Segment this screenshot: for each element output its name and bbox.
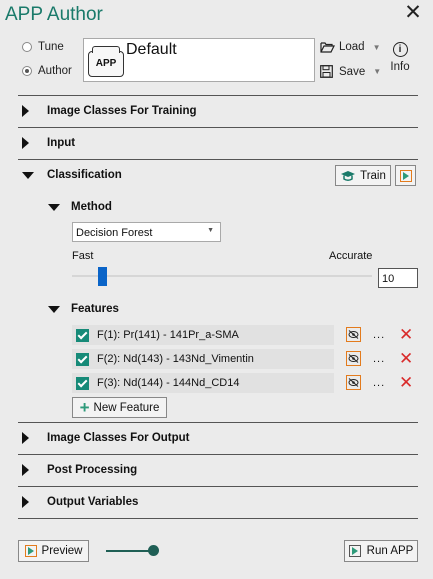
- app-logo-text: APP: [95, 58, 117, 69]
- divider: [18, 422, 418, 423]
- accurate-label: Accurate: [329, 250, 373, 262]
- speed-slider-track[interactable]: [72, 275, 372, 277]
- train-label: Train: [360, 169, 386, 182]
- section-classification[interactable]: Classification: [22, 169, 122, 181]
- feature-label: F(3): Nd(144) - 144Nd_CD14: [97, 377, 240, 389]
- preview-toggle-knob[interactable]: [148, 545, 159, 556]
- run-app-button[interactable]: Run APP: [344, 540, 418, 562]
- collapse-arrow-icon: [22, 171, 34, 179]
- divider: [18, 454, 418, 455]
- feature-row: F(2): Nd(143) - 143Nd_Vimentin: [72, 349, 334, 369]
- section-label: Input: [47, 137, 76, 149]
- preview-label: Preview: [41, 545, 83, 557]
- delete-icon[interactable]: ✕: [399, 326, 413, 343]
- tune-radio[interactable]: Tune: [22, 41, 64, 53]
- section-label: Post Processing: [47, 464, 138, 476]
- train-button[interactable]: Train: [335, 165, 391, 186]
- app-name-box[interactable]: APP Default: [83, 38, 315, 82]
- section-output-variables[interactable]: Output Variables: [22, 496, 138, 508]
- app-logo-icon: APP: [88, 46, 124, 77]
- eye-slash-icon: [348, 354, 359, 363]
- section-input[interactable]: Input: [22, 137, 75, 149]
- save-label: Save: [339, 65, 366, 78]
- floppy-disk-icon: [320, 65, 333, 78]
- section-image-classes-training[interactable]: Image Classes For Training: [22, 105, 197, 117]
- section-post-processing[interactable]: Post Processing: [22, 464, 137, 476]
- info-label: Info: [390, 61, 410, 73]
- feature-label: F(1): Pr(141) - 141Pr_a-SMA: [97, 329, 239, 341]
- plus-icon: +: [79, 397, 90, 417]
- subsection-features[interactable]: Features: [48, 303, 119, 315]
- method-select[interactable]: Decision Forest ▼: [72, 222, 221, 242]
- close-icon[interactable]: ✕: [403, 2, 423, 24]
- collapse-arrow-icon: [48, 203, 60, 211]
- visibility-button[interactable]: [346, 327, 361, 342]
- run-classification-button[interactable]: [395, 165, 416, 186]
- divider: [18, 95, 418, 96]
- method-label: Method: [71, 201, 112, 213]
- expand-arrow-icon: [22, 464, 29, 476]
- eye-slash-icon: [348, 378, 359, 387]
- feature-checkbox[interactable]: [76, 352, 89, 366]
- author-label: Author: [38, 65, 72, 77]
- folder-icon: [320, 42, 335, 53]
- expand-arrow-icon: [22, 137, 29, 149]
- visibility-button[interactable]: [346, 351, 361, 366]
- collapse-arrow-icon: [48, 305, 60, 313]
- graduation-cap-icon: [341, 170, 356, 181]
- preview-toggle-track[interactable]: [106, 550, 152, 552]
- method-value: Decision Forest: [76, 227, 153, 239]
- subsection-method[interactable]: Method: [48, 201, 112, 213]
- expand-arrow-icon: [22, 432, 29, 444]
- speed-value-input[interactable]: 10: [378, 268, 418, 288]
- play-icon: [24, 545, 37, 557]
- tune-label: Tune: [38, 41, 64, 53]
- visibility-button[interactable]: [346, 375, 361, 390]
- load-dropdown-icon[interactable]: ▼: [373, 43, 381, 52]
- radio-circle-tune[interactable]: [22, 42, 32, 52]
- app-name: Default: [126, 41, 177, 58]
- run-app-label: Run APP: [366, 545, 414, 557]
- info-button[interactable]: i Info: [388, 41, 412, 73]
- new-feature-button[interactable]: + New Feature: [72, 397, 167, 418]
- save-dropdown-icon[interactable]: ▼: [373, 67, 381, 76]
- preview-button[interactable]: Preview: [18, 540, 89, 562]
- play-icon: [348, 545, 361, 557]
- divider: [18, 127, 418, 128]
- info-icon: i: [392, 42, 408, 57]
- play-icon: [399, 169, 412, 182]
- section-label: Image Classes For Training: [47, 105, 197, 117]
- delete-icon[interactable]: ✕: [399, 374, 413, 391]
- section-label: Classification: [47, 169, 122, 181]
- radio-circle-author[interactable]: [22, 66, 32, 76]
- divider: [18, 159, 418, 160]
- section-label: Output Variables: [47, 496, 139, 508]
- delete-icon[interactable]: ✕: [399, 350, 413, 367]
- save-button[interactable]: Save ▼: [320, 65, 381, 78]
- more-options-icon[interactable]: ...: [373, 353, 385, 365]
- speed-slider-handle[interactable]: [98, 267, 107, 286]
- fast-label: Fast: [72, 250, 94, 262]
- load-button[interactable]: Load ▼: [320, 41, 381, 53]
- chevron-down-icon: ▼: [207, 227, 214, 234]
- more-options-icon[interactable]: ...: [373, 329, 385, 341]
- features-label: Features: [71, 303, 119, 315]
- divider: [18, 518, 418, 519]
- section-image-classes-output[interactable]: Image Classes For Output: [22, 432, 190, 444]
- eye-slash-icon: [348, 330, 359, 339]
- divider: [18, 486, 418, 487]
- expand-arrow-icon: [22, 496, 29, 508]
- expand-arrow-icon: [22, 105, 29, 117]
- feature-label: F(2): Nd(143) - 143Nd_Vimentin: [97, 353, 254, 365]
- window-title: APP Author: [5, 4, 103, 25]
- load-label: Load: [339, 41, 365, 53]
- feature-checkbox[interactable]: [76, 328, 89, 342]
- feature-row: F(3): Nd(144) - 144Nd_CD14: [72, 373, 334, 393]
- author-radio[interactable]: Author: [22, 65, 72, 77]
- feature-checkbox[interactable]: [76, 376, 89, 390]
- more-options-icon[interactable]: ...: [373, 377, 385, 389]
- feature-row: F(1): Pr(141) - 141Pr_a-SMA: [72, 325, 334, 345]
- new-feature-label: New Feature: [93, 401, 160, 414]
- section-label: Image Classes For Output: [47, 432, 190, 444]
